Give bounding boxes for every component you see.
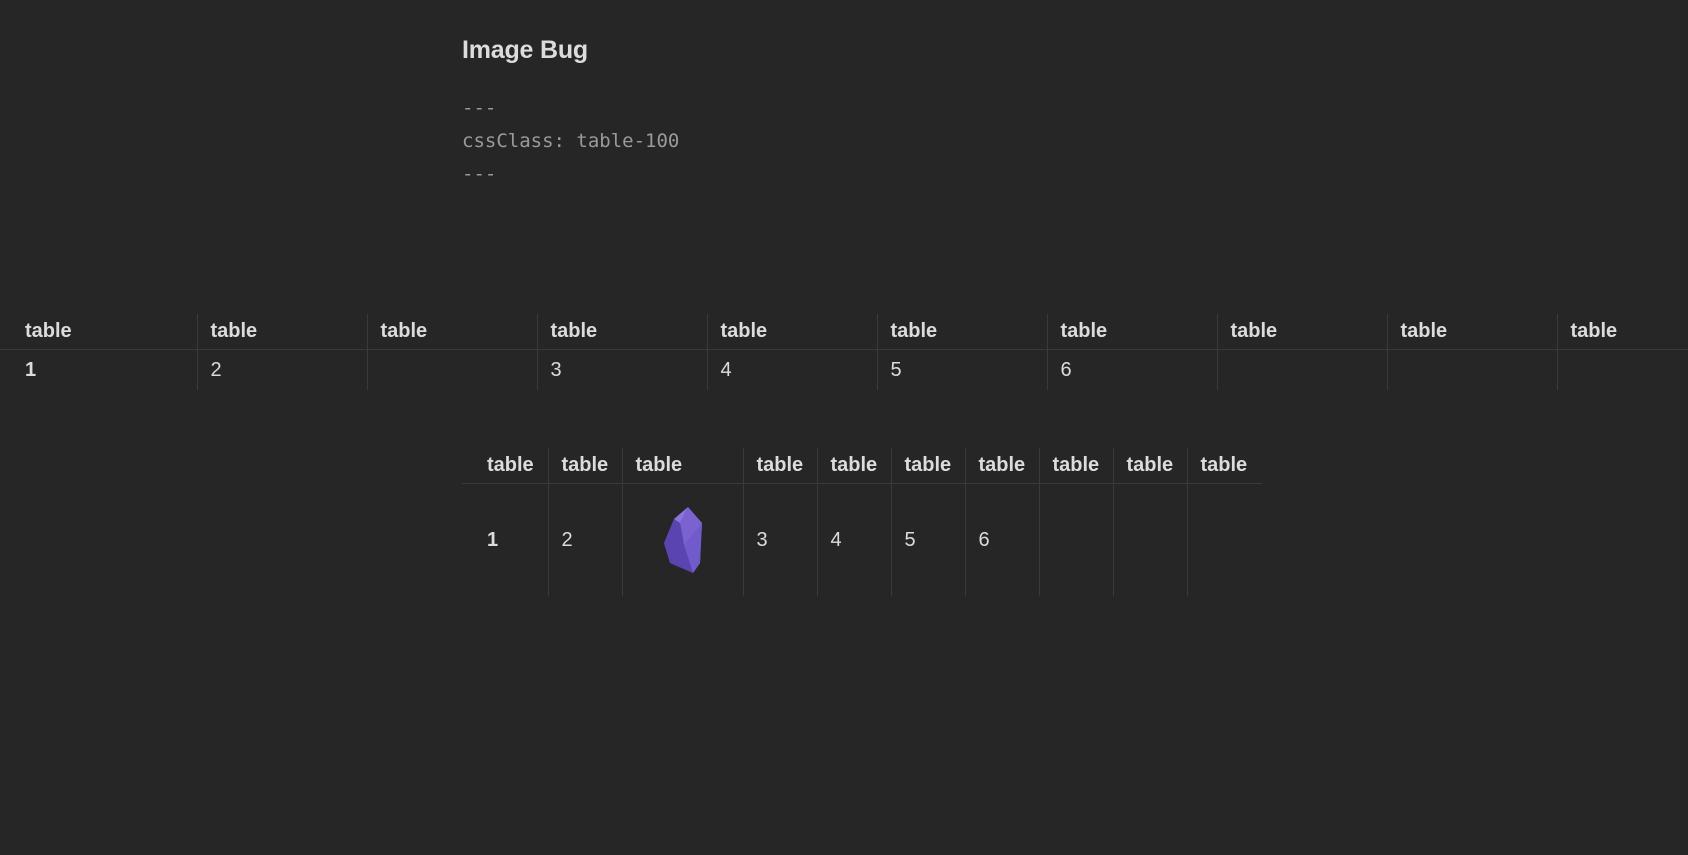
table-cell[interactable]: 2	[196, 349, 367, 390]
frontmatter-close: ---	[462, 163, 497, 185]
table-cell[interactable]: 2	[547, 483, 622, 596]
table-cell[interactable]: 4	[816, 483, 891, 596]
table-header-cell[interactable]: table	[621, 448, 743, 484]
table-header-cell[interactable]: table	[547, 448, 622, 484]
frontmatter-open: ---	[462, 97, 497, 119]
table-cell[interactable]	[1186, 483, 1262, 596]
table-header-cell[interactable]: table	[1556, 314, 1688, 350]
table-header-cell[interactable]: table	[366, 314, 537, 350]
table-header-cell[interactable]: table	[890, 448, 965, 484]
table-cell[interactable]: 5	[876, 349, 1047, 390]
table-header-cell[interactable]: table	[1186, 448, 1262, 484]
table-header-cell[interactable]: table	[1216, 314, 1387, 350]
table-cell[interactable]: 4	[706, 349, 877, 390]
table-cell[interactable]	[1216, 349, 1387, 390]
table-cell[interactable]: 3	[536, 349, 707, 390]
table-cell[interactable]	[1112, 483, 1187, 596]
table-cell[interactable]: 1	[462, 484, 548, 597]
note-view: Image Bug --- cssClass: table-100 --- ta…	[0, 0, 1688, 855]
table-header-cell[interactable]: table	[1046, 314, 1217, 350]
table-cell[interactable]: 6	[964, 483, 1039, 596]
image-cell[interactable]	[621, 483, 743, 596]
table-header-cell[interactable]: table	[876, 314, 1047, 350]
table-cell[interactable]: 1	[0, 350, 197, 391]
table-header-cell[interactable]: table	[196, 314, 367, 350]
table-cell[interactable]	[1556, 349, 1688, 390]
table-header-cell[interactable]: table	[462, 448, 548, 484]
note-title: Image Bug	[462, 36, 588, 64]
table-header-cell[interactable]: table	[536, 314, 707, 350]
table-header-cell[interactable]: table	[1112, 448, 1187, 484]
table-header-cell[interactable]: table	[706, 314, 877, 350]
table-header-cell[interactable]: table	[816, 448, 891, 484]
table-cell[interactable]	[1386, 349, 1557, 390]
table-cell[interactable]: 3	[742, 483, 817, 596]
table-row: 1 2 3 4 5 6	[462, 483, 1262, 597]
image-table: table table table table table table tabl…	[462, 448, 1262, 596]
table-header-cell[interactable]: table	[742, 448, 817, 484]
frontmatter-block[interactable]: --- cssClass: table-100 ---	[462, 92, 679, 191]
table-header-cell[interactable]: table	[0, 314, 197, 350]
table-cell[interactable]	[1038, 483, 1113, 596]
table-header-row: table table table table table table tabl…	[462, 448, 1262, 484]
frontmatter-css-class: cssClass: table-100	[462, 130, 680, 152]
wide-table: table table table table table table tabl…	[0, 314, 1688, 390]
table-row: 1 2 3 4 5 6	[0, 349, 1688, 391]
table-cell[interactable]: 5	[890, 483, 965, 596]
table-cell[interactable]	[366, 349, 537, 390]
table-cell[interactable]: 6	[1046, 349, 1217, 390]
table-header-cell[interactable]: table	[1386, 314, 1557, 350]
table-header-row: table table table table table table tabl…	[0, 314, 1688, 350]
table-header-cell[interactable]: table	[1038, 448, 1113, 484]
obsidian-crystal-icon[interactable]	[660, 505, 706, 575]
table-header-cell[interactable]: table	[964, 448, 1039, 484]
